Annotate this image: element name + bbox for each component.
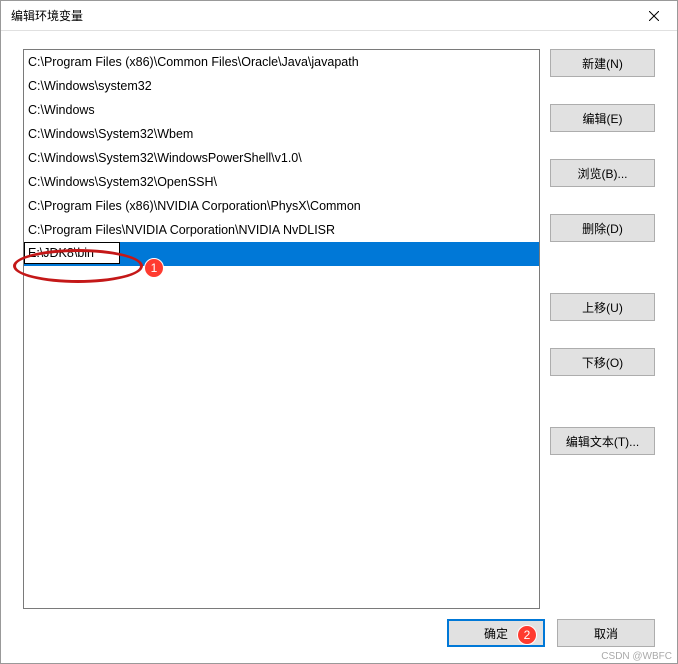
main-row: C:\Program Files (x86)\Common Files\Orac… bbox=[23, 49, 655, 609]
list-item[interactable]: C:\Windows bbox=[24, 98, 539, 122]
annotation-badge-2: 2 bbox=[517, 625, 537, 645]
list-item[interactable]: C:\Program Files (x86)\NVIDIA Corporatio… bbox=[24, 194, 539, 218]
ok-button[interactable]: 确定 2 bbox=[447, 619, 545, 647]
list-item-editing[interactable] bbox=[24, 242, 539, 266]
browse-button[interactable]: 浏览(B)... bbox=[550, 159, 655, 187]
path-listbox[interactable]: C:\Program Files (x86)\Common Files\Orac… bbox=[23, 49, 540, 609]
list-item[interactable]: C:\Windows\System32\OpenSSH\ bbox=[24, 170, 539, 194]
env-var-dialog: 编辑环境变量 C:\Program Files (x86)\Common Fil… bbox=[0, 0, 678, 664]
list-item[interactable]: C:\Windows\System32\Wbem bbox=[24, 122, 539, 146]
cancel-button[interactable]: 取消 bbox=[557, 619, 655, 647]
window-title: 编辑环境变量 bbox=[11, 7, 83, 24]
titlebar: 编辑环境变量 bbox=[1, 1, 677, 31]
footer: 确定 2 取消 bbox=[23, 609, 655, 649]
new-button[interactable]: 新建(N) bbox=[550, 49, 655, 77]
move-up-button[interactable]: 上移(U) bbox=[550, 293, 655, 321]
move-down-button[interactable]: 下移(O) bbox=[550, 348, 655, 376]
side-buttons: 新建(N) 编辑(E) 浏览(B)... 删除(D) 上移(U) 下移(O) 编… bbox=[550, 49, 655, 609]
close-button[interactable] bbox=[631, 1, 677, 31]
edit-text-button[interactable]: 编辑文本(T)... bbox=[550, 427, 655, 455]
list-item[interactable]: C:\Windows\System32\WindowsPowerShell\v1… bbox=[24, 146, 539, 170]
list-item[interactable]: C:\Program Files\NVIDIA Corporation\NVID… bbox=[24, 218, 539, 242]
watermark: CSDN @WBFC bbox=[601, 651, 672, 662]
list-item[interactable]: C:\Program Files (x86)\Common Files\Orac… bbox=[24, 50, 539, 74]
path-edit-input[interactable] bbox=[24, 242, 120, 264]
close-icon bbox=[649, 11, 659, 21]
edit-button[interactable]: 编辑(E) bbox=[550, 104, 655, 132]
list-item[interactable]: C:\Windows\system32 bbox=[24, 74, 539, 98]
dialog-body: C:\Program Files (x86)\Common Files\Orac… bbox=[1, 31, 677, 663]
delete-button[interactable]: 删除(D) bbox=[550, 214, 655, 242]
ok-button-label: 确定 bbox=[484, 627, 508, 641]
